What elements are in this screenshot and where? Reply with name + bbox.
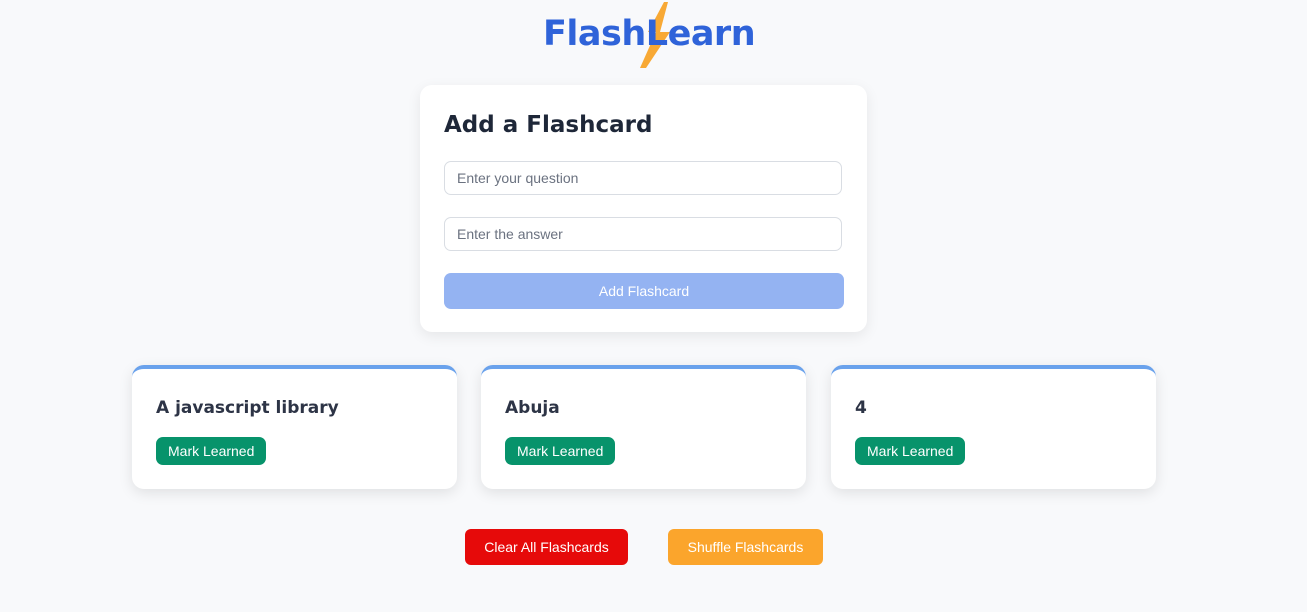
flashcard[interactable]: 4 Mark Learned bbox=[831, 365, 1156, 489]
flashcard-text: 4 bbox=[855, 398, 867, 418]
flashcard-list: A javascript library Mark Learned Abuja … bbox=[132, 365, 1156, 489]
answer-input[interactable] bbox=[444, 217, 842, 251]
app-page: FlashLearn Add a Flashcard Add Flashcard… bbox=[0, 0, 1307, 612]
flashcard[interactable]: Abuja Mark Learned bbox=[481, 365, 806, 489]
clear-all-flashcards-button[interactable]: Clear All Flashcards bbox=[465, 529, 628, 565]
flashcard-text: A javascript library bbox=[156, 398, 339, 418]
shuffle-flashcards-button[interactable]: Shuffle Flashcards bbox=[668, 529, 823, 565]
mark-learned-button[interactable]: Mark Learned bbox=[156, 437, 267, 465]
mark-learned-button[interactable]: Mark Learned bbox=[505, 437, 616, 465]
logo-text: FlashLearn bbox=[543, 14, 756, 54]
mark-learned-button[interactable]: Mark Learned bbox=[855, 437, 966, 465]
add-flashcard-button[interactable]: Add Flashcard bbox=[444, 273, 844, 309]
question-input[interactable] bbox=[444, 161, 842, 195]
add-flashcard-form: Add a Flashcard Add Flashcard bbox=[420, 85, 867, 332]
flashcard[interactable]: A javascript library Mark Learned bbox=[132, 365, 457, 489]
form-title: Add a Flashcard bbox=[444, 112, 653, 138]
flashcard-text: Abuja bbox=[505, 398, 560, 418]
logo: FlashLearn bbox=[543, 2, 756, 68]
